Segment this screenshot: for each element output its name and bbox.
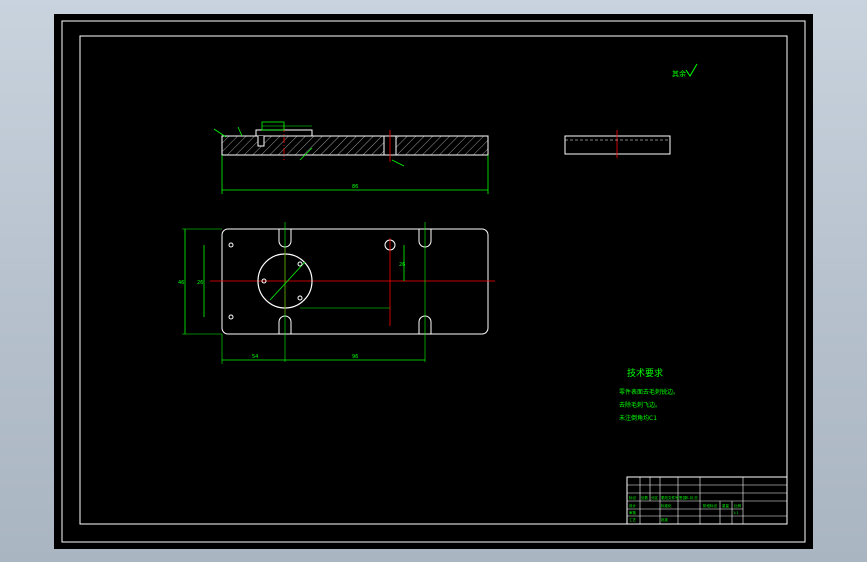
tech-line-1: 零件表面去毛刺锐边。 bbox=[619, 388, 679, 396]
tech-requirements: 技术要求 零件表面去毛刺锐边。 去除毛刺飞边。 未注倒角均C1 bbox=[619, 367, 679, 422]
edge-hole-top bbox=[228, 242, 234, 248]
tech-line-2: 去除毛刺飞边。 bbox=[619, 401, 661, 409]
tb-cell-9: 阶段标记 bbox=[703, 503, 717, 508]
tb-cell-11: 比例 bbox=[734, 503, 742, 508]
tb-cell-13: 工艺 bbox=[629, 517, 637, 522]
tb-cell-14: 批准 bbox=[661, 517, 669, 522]
dim-overall-text: 86 bbox=[352, 184, 358, 190]
cad-drawing: 其余 86 46 26 26 54 96 技术要求 零件表面去毛刺锐边。 去除毛… bbox=[61, 20, 806, 543]
plan-view: 46 26 26 54 96 bbox=[178, 222, 495, 364]
tb-cell-7: 设计 bbox=[629, 503, 637, 508]
tb-cell-3: 分区 bbox=[651, 495, 659, 500]
roughness-symbol bbox=[685, 63, 698, 77]
tb-cell-10: 重量 bbox=[722, 503, 730, 508]
inner-border bbox=[79, 35, 788, 525]
edge-hole-bottom bbox=[228, 314, 234, 320]
section-view: 86 bbox=[213, 121, 489, 194]
tech-line-3: 未注倒角均C1 bbox=[619, 414, 657, 422]
leader-4 bbox=[391, 159, 405, 167]
tb-cell-6: 年.月.日 bbox=[685, 495, 698, 500]
dim-width-right-text: 96 bbox=[352, 354, 358, 360]
title-block-frame bbox=[626, 476, 788, 525]
tb-cell-15: 1:1 bbox=[733, 511, 739, 515]
tech-title: 技术要求 bbox=[627, 367, 663, 379]
tb-cell-8: 标准化 bbox=[661, 503, 672, 508]
leader-2 bbox=[237, 126, 243, 137]
bolt-hole-2 bbox=[297, 261, 303, 267]
side-view bbox=[564, 130, 671, 158]
roughness-note: 其余 bbox=[672, 69, 686, 78]
dim-width-left-text: 54 bbox=[252, 354, 258, 360]
section-left-slot bbox=[257, 136, 265, 147]
leader-1 bbox=[213, 128, 227, 138]
tb-cell-2: 处数 bbox=[641, 495, 649, 500]
dim-hole-offset-text: 26 bbox=[399, 262, 405, 268]
dim-height-left-text: 26 bbox=[197, 280, 203, 286]
tb-cell-12: 审核 bbox=[629, 510, 637, 515]
side-body bbox=[564, 135, 671, 155]
tb-cell-1: 标记 bbox=[629, 495, 637, 500]
dim-height-right-text: 46 bbox=[178, 280, 184, 286]
bolt-hole-3 bbox=[297, 295, 303, 301]
outer-border bbox=[61, 20, 806, 543]
tb-cell-4: 更改文件号 bbox=[661, 495, 679, 500]
title-block: 标记 处数 分区 更改文件号 签名 年.月.日 设计 标准化 阶段标记 重量 比… bbox=[626, 476, 788, 525]
